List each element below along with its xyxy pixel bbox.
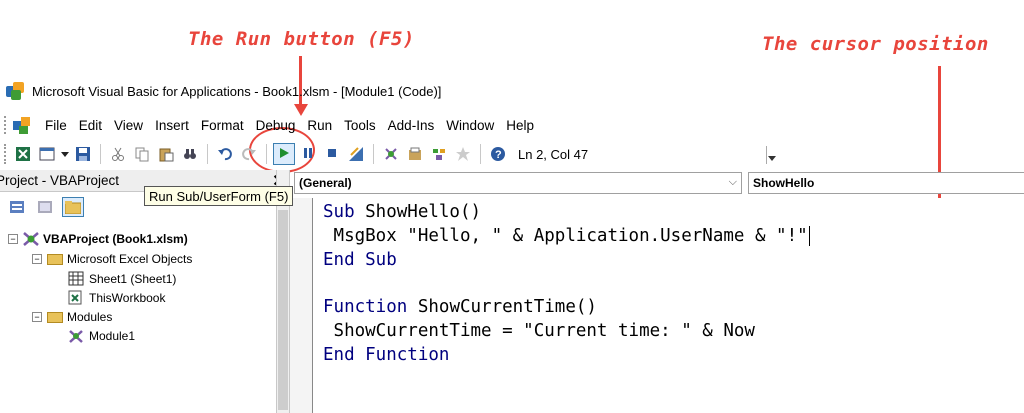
menu-insert[interactable]: Insert [155,118,189,133]
folder-icon [46,309,64,325]
svg-text:?: ? [495,149,502,161]
tree-label-thisworkbook: ThisWorkbook [89,291,166,305]
menu-help[interactable]: Help [506,118,534,133]
title-bar: Microsoft Visual Basic for Applications … [0,78,1024,104]
text-cursor [808,226,810,246]
cursor-position-annotation: The cursor position [762,33,989,55]
redo-icon[interactable] [238,143,260,165]
toolbar-separator [207,144,208,164]
menu-grip-handle[interactable] [4,116,7,134]
pane-splitter-scrollbar[interactable] [276,170,290,413]
worksheet-icon [68,271,86,287]
tree-label-excel-objects: Microsoft Excel Objects [67,252,193,266]
code-editor[interactable]: Sub ShowHello() MsgBox "Hello, " & Appli… [312,198,1024,413]
code-line-6: ShowCurrentTime = "Current time: " & Now [323,321,755,341]
tree-label-modules: Modules [67,310,113,324]
window-title: Microsoft Visual Basic for Applications … [32,83,442,99]
reset-button[interactable] [321,143,343,165]
procedure-combo-value: ShowHello [753,176,815,190]
menu-format[interactable]: Format [201,118,244,133]
run-button-tooltip: Run Sub/UserForm (F5) [144,186,294,206]
paste-icon[interactable] [155,143,177,165]
tree-label-sheet1: Sheet1 (Sheet1) [89,272,177,286]
project-tree: − VBAProject (Book1.xlsm) − Microsoft Ex… [0,222,276,413]
module-icon [68,328,86,344]
chevron-down-icon[interactable]: ⌵ [729,176,737,189]
tree-node-thisworkbook[interactable]: ThisWorkbook [68,289,165,307]
vba-menu-icon[interactable] [13,115,35,135]
cursor-position-status: Ln 2, Col 47 [518,146,589,162]
tree-node-modules[interactable]: − Modules [32,308,112,326]
run-button-annotation: The Run button (F5) [188,28,415,50]
view-object-icon[interactable] [34,197,56,217]
folder-icon [46,251,64,267]
menu-view[interactable]: View [114,118,143,133]
save-icon[interactable] [72,143,94,165]
toolbar-separator [480,144,481,164]
menu-bar: File Edit View Insert Format Debug Run T… [0,112,1024,138]
standard-toolbar: ? Ln 2, Col 47 [0,140,780,168]
insert-dropdown-icon[interactable] [60,143,70,165]
code-line-5: Function ShowCurrentTime() [323,297,597,317]
menu-run[interactable]: Run [307,118,332,133]
vba-project-icon [22,231,40,247]
tree-label-vbaproject: VBAProject (Book1.xlsm) [43,232,188,246]
tree-node-sheet1[interactable]: Sheet1 (Sheet1) [68,270,176,288]
code-line-2: MsgBox "Hello, " & Application.UserName … [323,226,810,246]
insert-userform-icon[interactable] [36,143,58,165]
object-combo-value: (General) [299,176,352,190]
vba-app-icon [6,82,26,100]
find-icon[interactable] [179,143,201,165]
tree-node-module1[interactable]: Module1 [68,327,135,345]
menu-debug[interactable]: Debug [256,118,296,133]
run-button[interactable] [273,143,295,165]
undo-icon[interactable] [214,143,236,165]
toolbox-icon[interactable] [452,143,474,165]
toolbar-grip-handle[interactable] [4,144,7,164]
pause-icon [302,147,314,162]
menu-file[interactable]: File [45,118,67,133]
toolbar-separator [266,144,267,164]
object-browser-icon[interactable] [428,143,450,165]
copy-icon[interactable] [131,143,153,165]
tree-node-vbaproject[interactable]: − VBAProject (Book1.xlsm) [8,230,188,248]
collapse-icon[interactable]: − [8,234,18,244]
toolbar-separator [373,144,374,164]
view-code-icon[interactable] [6,197,28,217]
menu-tools[interactable]: Tools [344,118,376,133]
menu-edit[interactable]: Edit [79,118,102,133]
workbook-icon [68,290,86,306]
stop-icon [326,147,338,162]
toolbar-options-dropdown[interactable] [766,146,776,164]
design-mode-icon[interactable] [345,143,367,165]
collapse-icon[interactable]: − [32,312,42,322]
break-button[interactable] [297,143,319,165]
code-margin-indicator-bar[interactable] [290,198,312,413]
toggle-folders-icon[interactable] [62,197,84,217]
code-line-1: Sub ShowHello() [323,202,482,222]
project-explorer-icon[interactable] [380,143,402,165]
tree-node-excel-objects[interactable]: − Microsoft Excel Objects [32,250,192,268]
object-combo[interactable]: (General) ⌵ [294,172,742,194]
scrollbar-thumb[interactable] [278,210,288,410]
code-line-3: End Sub [323,250,397,270]
toolbar-separator [100,144,101,164]
code-line-7: End Function [323,345,450,365]
properties-window-icon[interactable] [404,143,426,165]
menu-add-ins[interactable]: Add-Ins [388,118,435,133]
tree-label-module1: Module1 [89,329,136,343]
run-play-icon [278,147,290,162]
collapse-icon[interactable]: − [32,254,42,264]
code-window-header: (General) ⌵ ShowHello [292,172,1024,196]
project-explorer-title: Project - VBAProject [0,173,120,188]
view-excel-icon[interactable] [12,143,34,165]
help-icon[interactable]: ? [487,143,509,165]
procedure-combo[interactable]: ShowHello [748,172,1024,194]
menu-window[interactable]: Window [446,118,494,133]
cut-icon[interactable] [107,143,129,165]
